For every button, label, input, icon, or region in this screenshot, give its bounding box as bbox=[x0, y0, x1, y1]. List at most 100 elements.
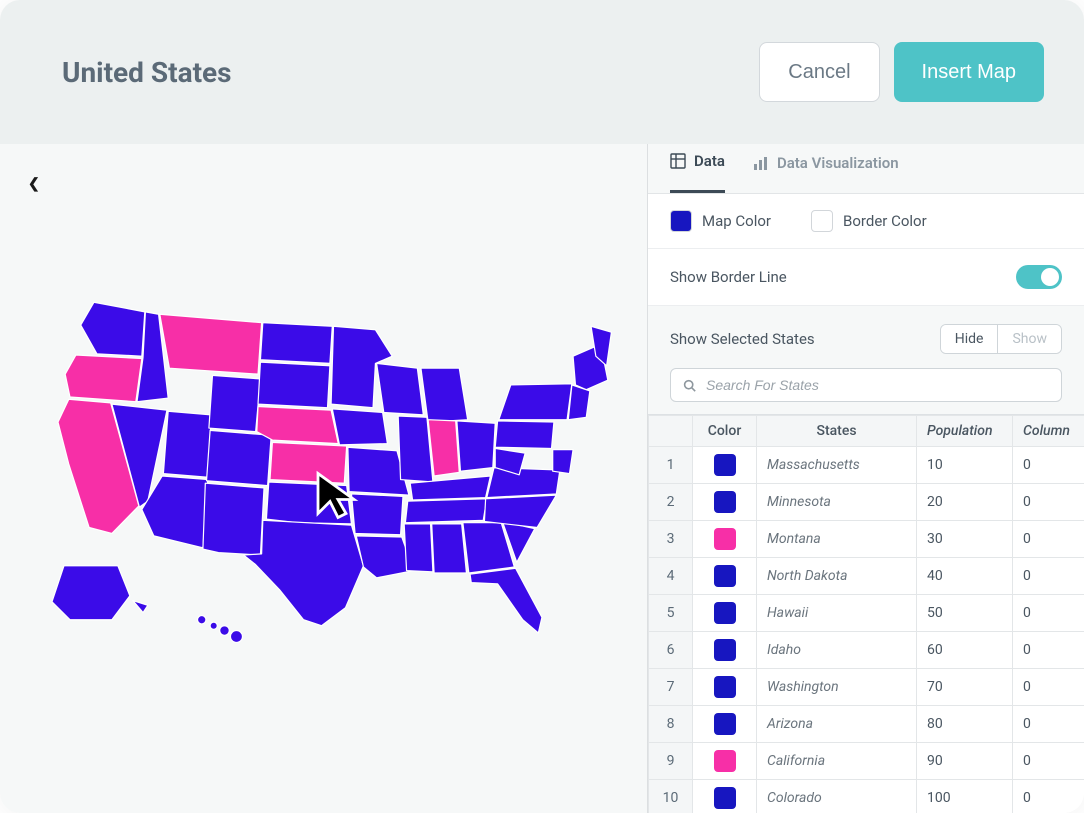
row-color-cell[interactable] bbox=[693, 558, 757, 595]
row-population: 90 bbox=[917, 743, 1013, 780]
row-number: 7 bbox=[649, 669, 693, 706]
row-color-swatch bbox=[714, 713, 736, 735]
row-color-swatch bbox=[714, 602, 736, 624]
row-color-cell[interactable] bbox=[693, 669, 757, 706]
tab-viz-label: Data Visualization bbox=[777, 154, 899, 172]
row-color-swatch bbox=[714, 750, 736, 772]
row-state: Montana bbox=[757, 521, 917, 558]
cancel-button[interactable]: Cancel bbox=[759, 42, 879, 102]
search-input[interactable] bbox=[706, 377, 1049, 393]
table-row[interactable]: 4North Dakota400 bbox=[649, 558, 1084, 595]
map-color-picker[interactable]: Map Color bbox=[670, 210, 771, 232]
table-row[interactable]: 5Hawaii500 bbox=[649, 595, 1084, 632]
main-area: ❮ bbox=[0, 144, 1084, 813]
selected-states-row: Show Selected States Hide Show bbox=[648, 306, 1084, 368]
table-row[interactable]: 1 Massachusetts100 bbox=[649, 447, 1084, 484]
row-color-cell[interactable] bbox=[693, 706, 757, 743]
row-color-swatch bbox=[714, 676, 736, 698]
col-rownum bbox=[649, 416, 693, 447]
row-color-swatch bbox=[714, 639, 736, 661]
row-state: Massachusetts bbox=[757, 447, 917, 484]
border-line-toggle-row: Show Border Line bbox=[648, 249, 1084, 306]
table-row[interactable]: 10Colorado1000 bbox=[649, 780, 1084, 813]
row-color-cell[interactable] bbox=[693, 484, 757, 521]
table-header-row: Color States Population Column bbox=[649, 416, 1084, 447]
row-number: 6 bbox=[649, 632, 693, 669]
color-settings-row: Map Color Border Color bbox=[648, 194, 1084, 249]
row-color-cell[interactable] bbox=[693, 595, 757, 632]
row-number: 9 bbox=[649, 743, 693, 780]
border-color-label: Border Color bbox=[843, 212, 927, 230]
row-population: 100 bbox=[917, 780, 1013, 813]
table-row[interactable]: 3 Montana300 bbox=[649, 521, 1084, 558]
row-state: Hawaii bbox=[757, 595, 917, 632]
tab-data[interactable]: Data bbox=[670, 144, 725, 193]
hide-show-segmented: Hide Show bbox=[940, 324, 1062, 354]
header-actions: Cancel Insert Map bbox=[759, 42, 1044, 102]
insert-map-button[interactable]: Insert Map bbox=[894, 42, 1044, 102]
row-number: 3 bbox=[649, 521, 693, 558]
table-row[interactable]: 7Washington700 bbox=[649, 669, 1084, 706]
map-panel: ❮ bbox=[0, 144, 648, 813]
selected-states-label: Show Selected States bbox=[670, 330, 815, 348]
row-population: 40 bbox=[917, 558, 1013, 595]
row-color-swatch bbox=[714, 528, 736, 550]
row-population: 10 bbox=[917, 447, 1013, 484]
map-color-swatch bbox=[670, 210, 692, 232]
row-state: California bbox=[757, 743, 917, 780]
border-line-label: Show Border Line bbox=[670, 268, 787, 286]
row-column: 0 bbox=[1013, 521, 1084, 558]
row-color-cell[interactable] bbox=[693, 447, 757, 484]
page-title: United States bbox=[62, 56, 232, 89]
tab-visualization[interactable]: Data Visualization bbox=[753, 144, 899, 193]
row-color-cell[interactable] bbox=[693, 743, 757, 780]
tab-data-label: Data bbox=[694, 152, 725, 170]
row-population: 30 bbox=[917, 521, 1013, 558]
row-color-swatch bbox=[714, 491, 736, 513]
table-row[interactable]: 8 Arizona800 bbox=[649, 706, 1084, 743]
table-row[interactable]: 9 California900 bbox=[649, 743, 1084, 780]
row-color-swatch bbox=[714, 787, 736, 809]
row-number: 10 bbox=[649, 780, 693, 813]
row-state: Minnesota bbox=[757, 484, 917, 521]
table-row[interactable]: 6Idaho600 bbox=[649, 632, 1084, 669]
row-color-cell[interactable] bbox=[693, 780, 757, 813]
row-column: 0 bbox=[1013, 743, 1084, 780]
show-button[interactable]: Show bbox=[997, 325, 1061, 353]
search-icon bbox=[683, 379, 696, 392]
search-wrap bbox=[648, 368, 1084, 414]
row-column: 0 bbox=[1013, 632, 1084, 669]
row-state: Washington bbox=[757, 669, 917, 706]
row-number: 4 bbox=[649, 558, 693, 595]
chart-icon bbox=[753, 155, 769, 171]
row-population: 20 bbox=[917, 484, 1013, 521]
row-number: 1 bbox=[649, 447, 693, 484]
row-color-swatch bbox=[714, 565, 736, 587]
row-column: 0 bbox=[1013, 447, 1084, 484]
table-row[interactable]: 2Minnesota200 bbox=[649, 484, 1084, 521]
row-color-swatch bbox=[714, 454, 736, 476]
row-color-cell[interactable] bbox=[693, 521, 757, 558]
row-state: North Dakota bbox=[757, 558, 917, 595]
col-population: Population bbox=[917, 416, 1013, 447]
row-column: 0 bbox=[1013, 706, 1084, 743]
col-states: States bbox=[757, 416, 917, 447]
states-table: Color States Population Column 1 Massachu… bbox=[648, 414, 1084, 813]
app-window: United States Cancel Insert Map ❮ bbox=[0, 0, 1084, 813]
border-line-toggle[interactable] bbox=[1016, 265, 1062, 289]
border-color-swatch bbox=[811, 210, 833, 232]
row-population: 80 bbox=[917, 706, 1013, 743]
border-color-picker[interactable]: Border Color bbox=[811, 210, 927, 232]
search-field[interactable] bbox=[670, 368, 1062, 402]
row-number: 8 bbox=[649, 706, 693, 743]
row-color-cell[interactable] bbox=[693, 632, 757, 669]
us-map[interactable] bbox=[40, 264, 615, 664]
hide-button[interactable]: Hide bbox=[941, 325, 998, 353]
row-column: 0 bbox=[1013, 780, 1084, 813]
row-state: Arizona bbox=[757, 706, 917, 743]
header-bar: United States Cancel Insert Map bbox=[0, 0, 1084, 144]
col-column: Column bbox=[1013, 416, 1084, 447]
row-number: 5 bbox=[649, 595, 693, 632]
side-panel: Data Data Visualization Map Color Border… bbox=[648, 144, 1084, 813]
back-chevron-icon[interactable]: ❮ bbox=[28, 176, 40, 192]
